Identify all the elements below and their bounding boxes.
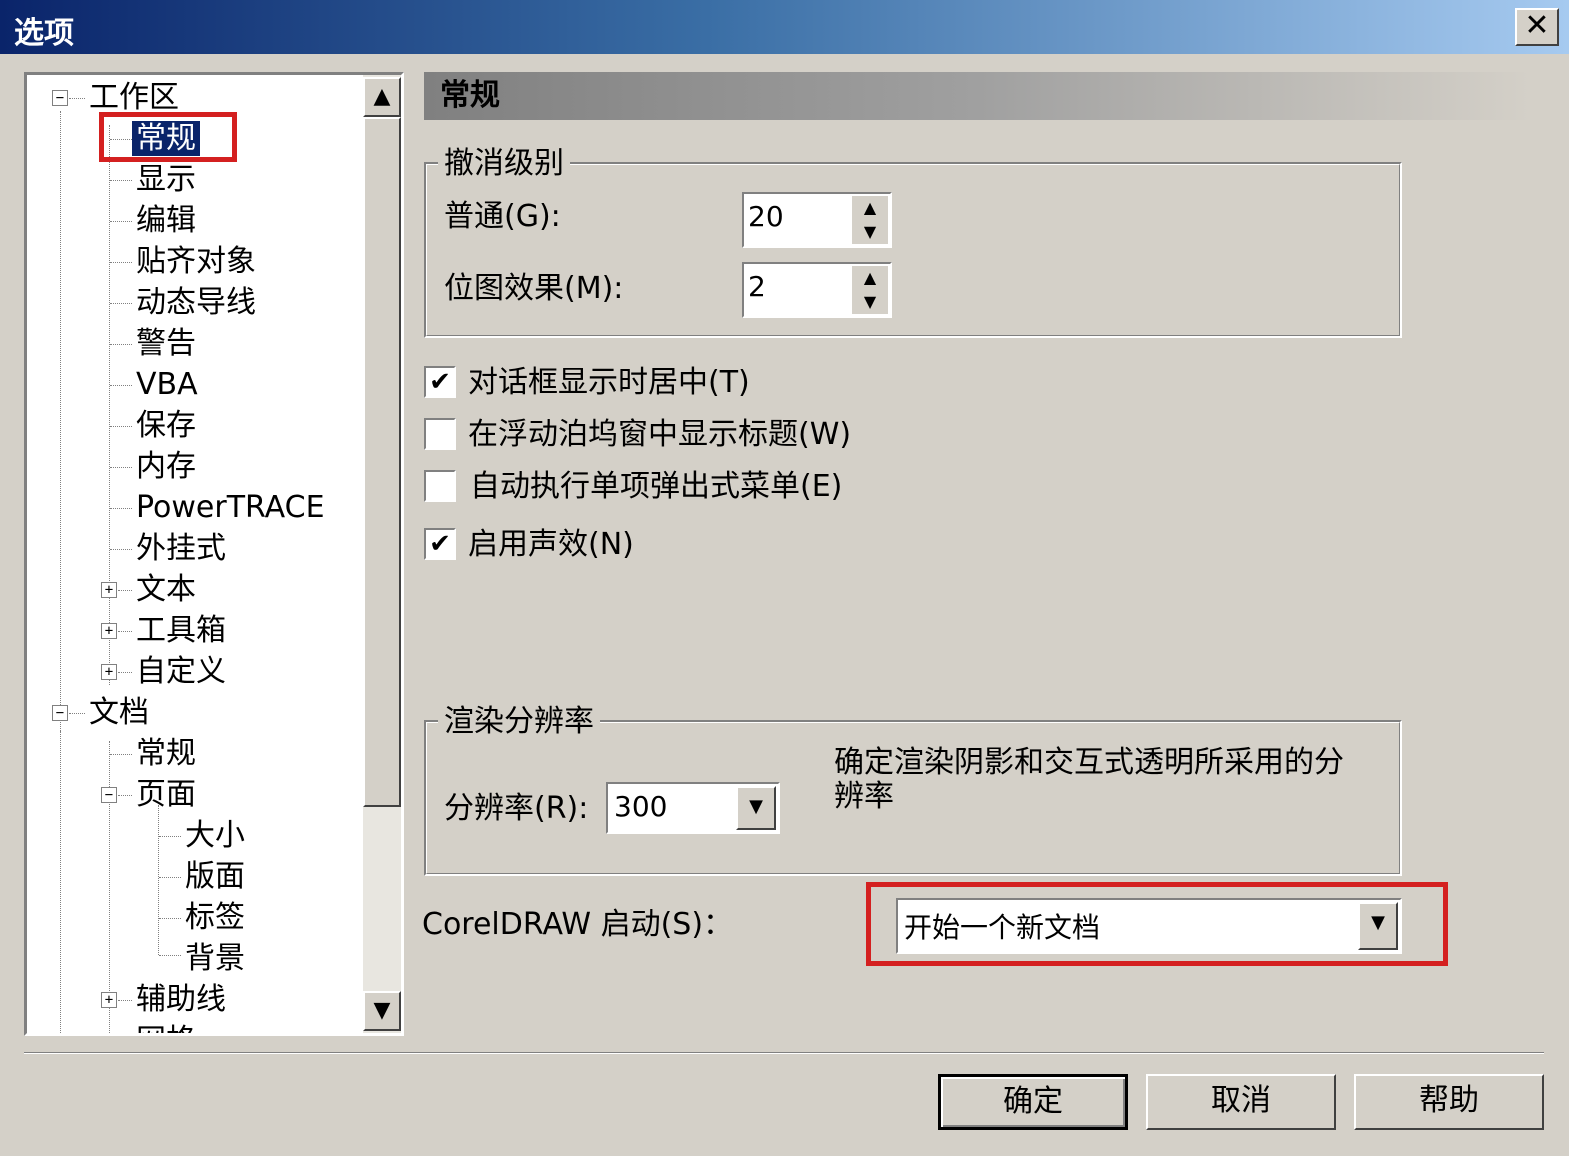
tree-item-customize[interactable]: 自定义 xyxy=(132,653,230,691)
tree-item-grid[interactable]: 网格 xyxy=(132,1022,200,1033)
tree-item-layout[interactable]: 版面 xyxy=(181,858,249,896)
tree-item-guidelines[interactable]: 辅助线 xyxy=(132,981,230,1019)
sound-label[interactable]: 启用声效(N) xyxy=(468,526,634,564)
tree-item-plugins[interactable]: 外挂式 xyxy=(132,530,230,568)
center-dialog-checkbox[interactable]: ✔ xyxy=(424,366,456,398)
auto-popup-label[interactable]: 自动执行单项弹出式菜单(E) xyxy=(470,468,842,506)
tree-item-page[interactable]: 页面 xyxy=(132,776,200,814)
tree-line xyxy=(69,713,85,714)
expand-icon[interactable]: + xyxy=(101,992,117,1008)
tree-item-vba[interactable]: VBA xyxy=(132,366,202,404)
undo-group xyxy=(424,162,1402,338)
resolution-description: 确定渲染阴影和交互式透明所采用的分辨率 xyxy=(834,745,1344,814)
window-title: 选项 xyxy=(14,16,74,51)
section-title: 常规 xyxy=(424,72,1532,120)
collapse-icon[interactable]: − xyxy=(52,90,68,106)
resolution-combo[interactable]: 300 ▼ xyxy=(606,782,780,834)
bitmap-undo-spinner[interactable]: 2 ▲ ▼ xyxy=(742,262,892,318)
tree-line xyxy=(110,426,132,427)
tree-item-snap[interactable]: 贴齐对象 xyxy=(132,243,260,281)
resolution-label: 分辨率(R): xyxy=(444,791,589,826)
options-tree: − 工作区 常规 显示 编辑 贴齐对象 动态导线 警告 VBA 保存 内存 Po… xyxy=(24,72,404,1036)
tree-item-dynamic-guides[interactable]: 动态导线 xyxy=(132,284,260,322)
tree-line xyxy=(159,918,181,919)
tree-line xyxy=(110,508,132,509)
docker-title-label[interactable]: 在浮动泊坞窗中显示标题(W) xyxy=(468,416,851,454)
tree-line xyxy=(159,955,181,956)
undo-group-title: 撤消级别 xyxy=(438,146,570,182)
tree-item-document[interactable]: 文档 xyxy=(85,694,153,732)
tree-line xyxy=(110,754,132,755)
expand-icon[interactable]: + xyxy=(101,582,117,598)
collapse-icon[interactable]: − xyxy=(101,787,117,803)
tree-scrollbar[interactable]: ▲ ▼ xyxy=(363,75,401,1033)
sound-checkbox[interactable]: ✔ xyxy=(424,528,456,560)
tree-item-toolbox[interactable]: 工具箱 xyxy=(132,612,230,650)
startup-label: CorelDRAW 启动(S)： xyxy=(422,907,734,942)
tree-line xyxy=(110,344,132,345)
help-button[interactable]: 帮助 xyxy=(1354,1074,1544,1130)
tree-item-memory[interactable]: 内存 xyxy=(132,448,200,486)
tree-line xyxy=(118,1000,132,1001)
spin-down-icon[interactable]: ▼ xyxy=(852,220,888,244)
expand-icon[interactable]: + xyxy=(101,623,117,639)
title-bar: 选项 ✕ xyxy=(0,0,1569,54)
tree-line xyxy=(118,590,132,591)
resolution-value: 300 xyxy=(614,790,668,823)
scroll-thumb[interactable] xyxy=(363,117,401,807)
normal-label: 普通(G): xyxy=(444,199,561,234)
auto-popup-checkbox[interactable] xyxy=(424,470,456,502)
bitmap-undo-value[interactable]: 2 xyxy=(748,270,766,303)
tree-item-powertrace[interactable]: PowerTRACE xyxy=(132,489,329,527)
spinner-arrows: ▲ ▼ xyxy=(852,266,888,314)
docker-title-checkbox[interactable] xyxy=(424,418,456,450)
scroll-up-button[interactable]: ▲ xyxy=(363,77,401,117)
highlight-box-startup xyxy=(866,882,1448,966)
tree-line xyxy=(110,467,132,468)
tree-item-label[interactable]: 标签 xyxy=(181,899,249,937)
tree-item-document-general[interactable]: 常规 xyxy=(132,735,200,773)
tree-item-background[interactable]: 背景 xyxy=(181,940,249,978)
spin-up-icon[interactable]: ▲ xyxy=(852,196,888,220)
close-button[interactable]: ✕ xyxy=(1515,8,1559,46)
ok-button[interactable]: 确定 xyxy=(938,1074,1128,1130)
tree-line xyxy=(118,631,132,632)
cancel-button[interactable]: 取消 xyxy=(1146,1074,1336,1130)
tree-line xyxy=(110,549,132,550)
tree-line xyxy=(110,221,132,222)
tree-line xyxy=(69,98,85,99)
tree-line xyxy=(118,672,132,673)
normal-undo-value[interactable]: 20 xyxy=(748,200,784,233)
spin-down-icon[interactable]: ▼ xyxy=(852,290,888,314)
bitmap-label: 位图效果(M): xyxy=(444,271,624,306)
tree-line xyxy=(110,303,132,304)
separator xyxy=(24,1052,1544,1054)
tree-line xyxy=(109,125,110,685)
scroll-down-button[interactable]: ▼ xyxy=(363,991,401,1031)
center-dialog-label[interactable]: 对话框显示时居中(T) xyxy=(468,364,750,402)
tree-line xyxy=(110,385,132,386)
tree-line xyxy=(60,731,61,1033)
expand-icon[interactable]: + xyxy=(101,664,117,680)
dropdown-arrow-icon[interactable]: ▼ xyxy=(736,786,776,830)
tree-item-size[interactable]: 大小 xyxy=(181,817,249,855)
collapse-icon[interactable]: − xyxy=(52,705,68,721)
tree-item-edit[interactable]: 编辑 xyxy=(132,202,200,240)
normal-undo-spinner[interactable]: 20 ▲ ▼ xyxy=(742,192,892,248)
spin-up-icon[interactable]: ▲ xyxy=(852,266,888,290)
render-group-title: 渲染分辨率 xyxy=(438,704,600,740)
tree-line xyxy=(159,877,181,878)
tree-item-text[interactable]: 文本 xyxy=(132,571,200,609)
highlight-box-tree xyxy=(99,112,237,162)
tree-item-display[interactable]: 显示 xyxy=(132,161,200,199)
tree-line xyxy=(110,262,132,263)
tree-line xyxy=(60,111,61,731)
tree-line xyxy=(110,180,132,181)
tree-line xyxy=(158,805,159,955)
tree-line xyxy=(159,836,181,837)
tree-line xyxy=(118,795,132,796)
tree-item-save[interactable]: 保存 xyxy=(132,407,200,445)
tree-item-warnings[interactable]: 警告 xyxy=(132,325,200,363)
spinner-arrows: ▲ ▼ xyxy=(852,196,888,244)
